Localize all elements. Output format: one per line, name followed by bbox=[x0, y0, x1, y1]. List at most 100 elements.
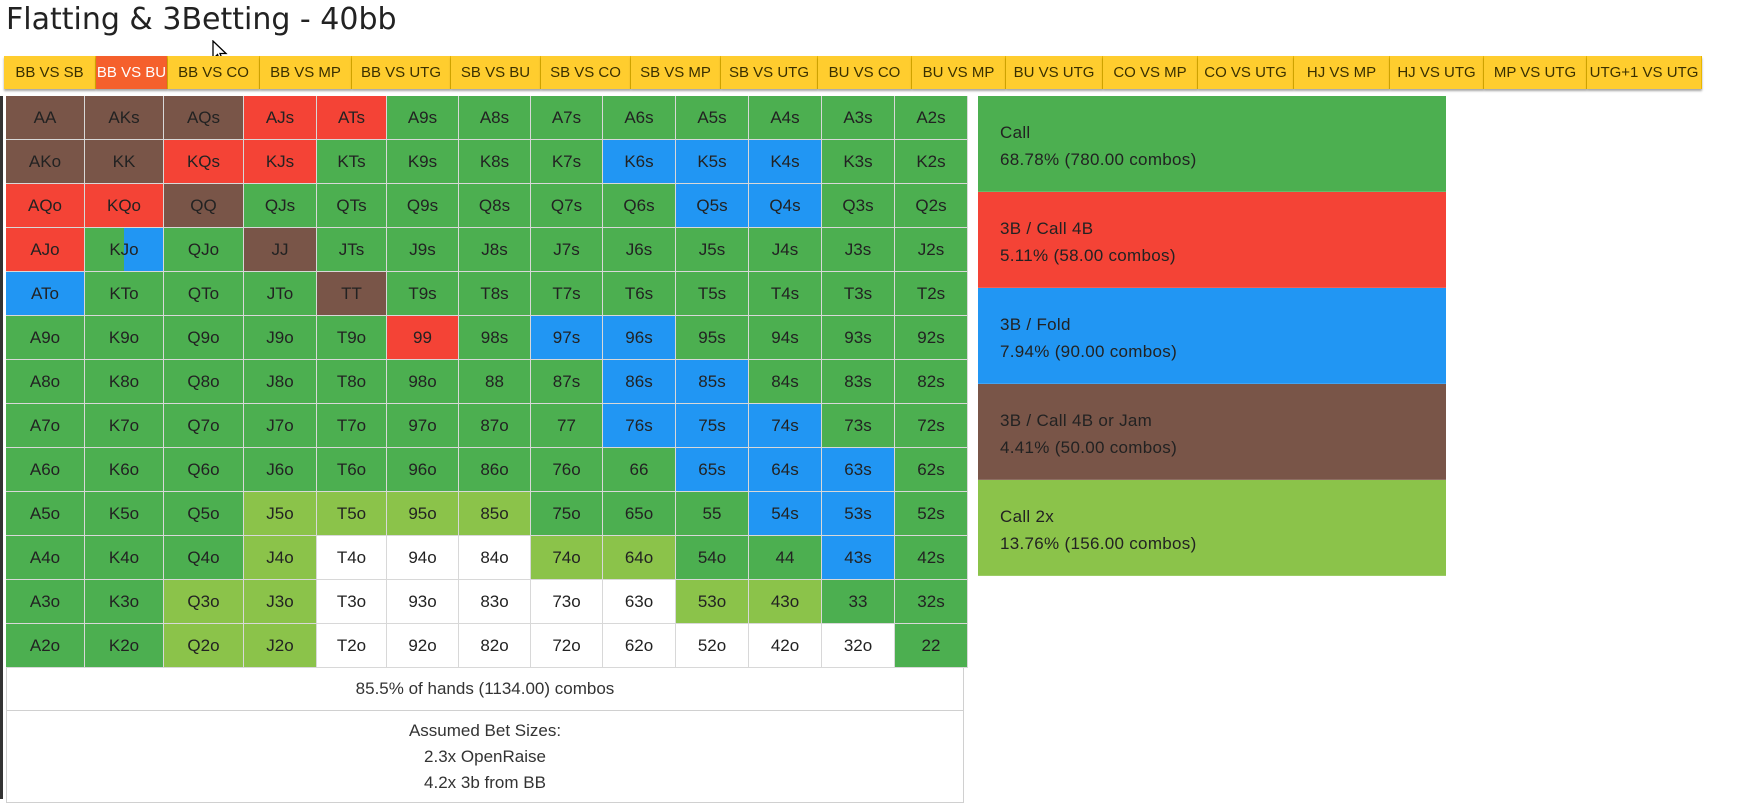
hand-cell-k3s[interactable]: K3s bbox=[822, 140, 895, 184]
hand-cell-83o[interactable]: 83o bbox=[459, 580, 531, 624]
hand-cell-98s[interactable]: 98s bbox=[459, 316, 531, 360]
tab-bb-vs-co[interactable]: BB VS CO bbox=[168, 56, 260, 89]
hand-cell-74o[interactable]: 74o bbox=[531, 536, 603, 580]
hand-cell-jto[interactable]: JTo bbox=[244, 272, 317, 316]
hand-cell-q5s[interactable]: Q5s bbox=[676, 184, 749, 228]
hand-cell-a8s[interactable]: A8s bbox=[459, 96, 531, 140]
hand-cell-kjo[interactable]: KJo bbox=[85, 228, 164, 272]
tab-bb-vs-sb[interactable]: BB VS SB bbox=[4, 56, 96, 89]
hand-cell-86o[interactable]: 86o bbox=[459, 448, 531, 492]
hand-cell-q3s[interactable]: Q3s bbox=[822, 184, 895, 228]
tab-bu-vs-utg[interactable]: BU VS UTG bbox=[1006, 56, 1103, 89]
hand-cell-43o[interactable]: 43o bbox=[749, 580, 822, 624]
hand-cell-k7o[interactable]: K7o bbox=[85, 404, 164, 448]
hand-cell-84o[interactable]: 84o bbox=[459, 536, 531, 580]
hand-cell-j5s[interactable]: J5s bbox=[676, 228, 749, 272]
hand-cell-ats[interactable]: ATs bbox=[317, 96, 387, 140]
hand-cell-q9o[interactable]: Q9o bbox=[164, 316, 244, 360]
hand-cell-76s[interactable]: 76s bbox=[603, 404, 676, 448]
hand-cell-aqs[interactable]: AQs bbox=[164, 96, 244, 140]
hand-cell-75o[interactable]: 75o bbox=[531, 492, 603, 536]
hand-cell-92s[interactable]: 92s bbox=[895, 316, 968, 360]
hand-cell-k5s[interactable]: K5s bbox=[676, 140, 749, 184]
hand-cell-94o[interactable]: 94o bbox=[387, 536, 459, 580]
hand-cell-54s[interactable]: 54s bbox=[749, 492, 822, 536]
hand-cell-88[interactable]: 88 bbox=[459, 360, 531, 404]
hand-cell-j2s[interactable]: J2s bbox=[895, 228, 968, 272]
hand-cell-65s[interactable]: 65s bbox=[676, 448, 749, 492]
hand-cell-qjs[interactable]: QJs bbox=[244, 184, 317, 228]
hand-cell-87o[interactable]: 87o bbox=[459, 404, 531, 448]
hand-cell-qts[interactable]: QTs bbox=[317, 184, 387, 228]
hand-cell-54o[interactable]: 54o bbox=[676, 536, 749, 580]
hand-cell-qq[interactable]: QQ bbox=[164, 184, 244, 228]
hand-cell-t9s[interactable]: T9s bbox=[387, 272, 459, 316]
hand-cell-85o[interactable]: 85o bbox=[459, 492, 531, 536]
hand-cell-k9s[interactable]: K9s bbox=[387, 140, 459, 184]
hand-cell-73s[interactable]: 73s bbox=[822, 404, 895, 448]
hand-cell-kts[interactable]: KTs bbox=[317, 140, 387, 184]
hand-cell-a6o[interactable]: A6o bbox=[6, 448, 85, 492]
hand-cell-44[interactable]: 44 bbox=[749, 536, 822, 580]
hand-cell-j4o[interactable]: J4o bbox=[244, 536, 317, 580]
hand-cell-kjs[interactable]: KJs bbox=[244, 140, 317, 184]
hand-cell-j9s[interactable]: J9s bbox=[387, 228, 459, 272]
hand-cell-k2o[interactable]: K2o bbox=[85, 624, 164, 668]
tab-hj-vs-utg[interactable]: HJ VS UTG bbox=[1390, 56, 1484, 89]
tab-hj-vs-mp[interactable]: HJ VS MP bbox=[1294, 56, 1390, 89]
hand-cell-t3o[interactable]: T3o bbox=[317, 580, 387, 624]
tab-mp-vs-utg[interactable]: MP VS UTG bbox=[1484, 56, 1587, 89]
hand-cell-aa[interactable]: AA bbox=[6, 96, 85, 140]
hand-cell-j3s[interactable]: J3s bbox=[822, 228, 895, 272]
hand-cell-t5o[interactable]: T5o bbox=[317, 492, 387, 536]
hand-cell-aqo[interactable]: AQo bbox=[6, 184, 85, 228]
hand-cell-k7s[interactable]: K7s bbox=[531, 140, 603, 184]
hand-cell-a9s[interactable]: A9s bbox=[387, 96, 459, 140]
hand-cell-55[interactable]: 55 bbox=[676, 492, 749, 536]
hand-cell-95s[interactable]: 95s bbox=[676, 316, 749, 360]
hand-cell-k6o[interactable]: K6o bbox=[85, 448, 164, 492]
hand-cell-a6s[interactable]: A6s bbox=[603, 96, 676, 140]
hand-cell-42o[interactable]: 42o bbox=[749, 624, 822, 668]
hand-cell-k6s[interactable]: K6s bbox=[603, 140, 676, 184]
hand-cell-k4s[interactable]: K4s bbox=[749, 140, 822, 184]
hand-cell-32s[interactable]: 32s bbox=[895, 580, 968, 624]
hand-cell-q8s[interactable]: Q8s bbox=[459, 184, 531, 228]
hand-cell-98o[interactable]: 98o bbox=[387, 360, 459, 404]
hand-cell-t8o[interactable]: T8o bbox=[317, 360, 387, 404]
hand-cell-76o[interactable]: 76o bbox=[531, 448, 603, 492]
hand-cell-ato[interactable]: ATo bbox=[6, 272, 85, 316]
hand-cell-k5o[interactable]: K5o bbox=[85, 492, 164, 536]
tab-co-vs-mp[interactable]: CO VS MP bbox=[1103, 56, 1198, 89]
hand-cell-kto[interactable]: KTo bbox=[85, 272, 164, 316]
hand-cell-j2o[interactable]: J2o bbox=[244, 624, 317, 668]
hand-cell-j5o[interactable]: J5o bbox=[244, 492, 317, 536]
hand-cell-77[interactable]: 77 bbox=[531, 404, 603, 448]
hand-cell-aks[interactable]: AKs bbox=[85, 96, 164, 140]
hand-cell-t7s[interactable]: T7s bbox=[531, 272, 603, 316]
hand-cell-kqs[interactable]: KQs bbox=[164, 140, 244, 184]
hand-cell-85s[interactable]: 85s bbox=[676, 360, 749, 404]
hand-cell-87s[interactable]: 87s bbox=[531, 360, 603, 404]
hand-cell-ajo[interactable]: AJo bbox=[6, 228, 85, 272]
hand-cell-j6o[interactable]: J6o bbox=[244, 448, 317, 492]
hand-cell-86s[interactable]: 86s bbox=[603, 360, 676, 404]
hand-cell-q7o[interactable]: Q7o bbox=[164, 404, 244, 448]
hand-cell-73o[interactable]: 73o bbox=[531, 580, 603, 624]
hand-cell-j4s[interactable]: J4s bbox=[749, 228, 822, 272]
hand-cell-jj[interactable]: JJ bbox=[244, 228, 317, 272]
hand-cell-tt[interactable]: TT bbox=[317, 272, 387, 316]
hand-cell-62s[interactable]: 62s bbox=[895, 448, 968, 492]
hand-cell-t9o[interactable]: T9o bbox=[317, 316, 387, 360]
hand-cell-t5s[interactable]: T5s bbox=[676, 272, 749, 316]
tab-sb-vs-co[interactable]: SB VS CO bbox=[541, 56, 631, 89]
tab-sb-vs-bu[interactable]: SB VS BU bbox=[451, 56, 541, 89]
hand-cell-j7s[interactable]: J7s bbox=[531, 228, 603, 272]
hand-cell-j8s[interactable]: J8s bbox=[459, 228, 531, 272]
hand-cell-j8o[interactable]: J8o bbox=[244, 360, 317, 404]
hand-cell-t2s[interactable]: T2s bbox=[895, 272, 968, 316]
hand-cell-k8s[interactable]: K8s bbox=[459, 140, 531, 184]
hand-cell-q3o[interactable]: Q3o bbox=[164, 580, 244, 624]
hand-cell-82s[interactable]: 82s bbox=[895, 360, 968, 404]
hand-cell-k8o[interactable]: K8o bbox=[85, 360, 164, 404]
